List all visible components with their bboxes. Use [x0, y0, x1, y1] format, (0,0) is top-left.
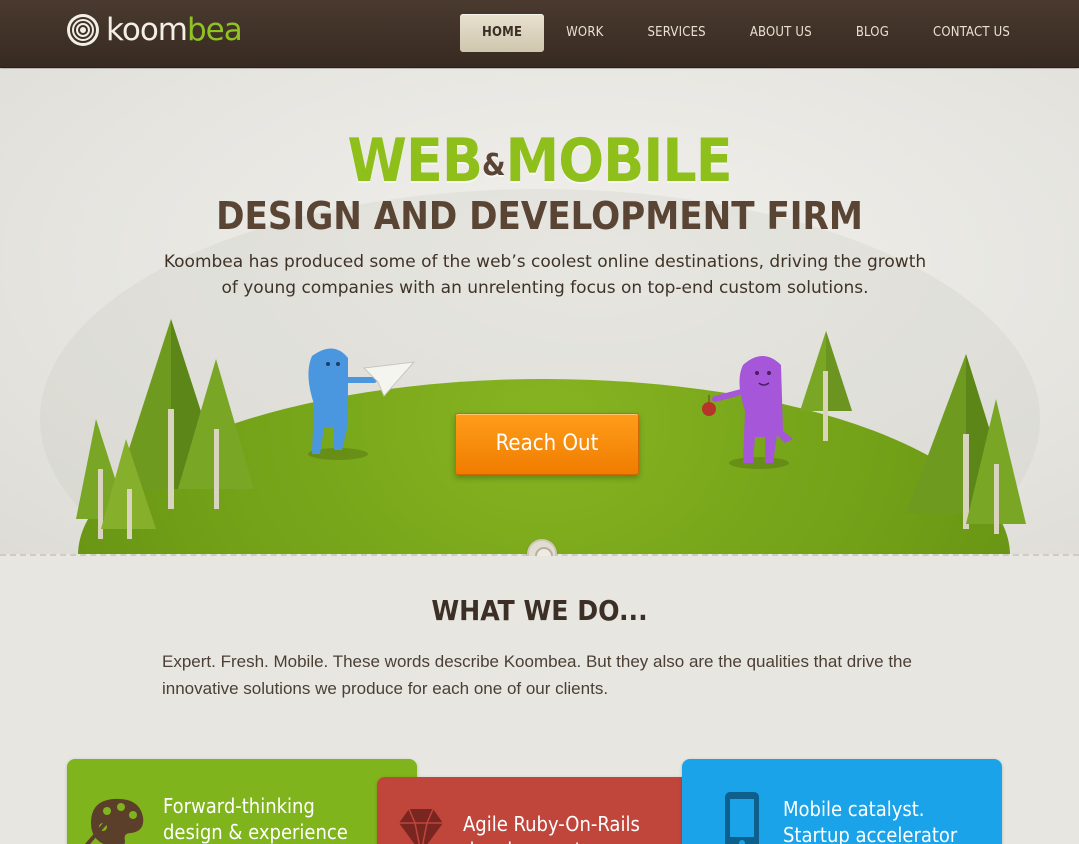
service-card-mobile[interactable]: Mobile catalyst. Startup accelerator: [682, 759, 1002, 844]
purple-character-illustration: [702, 356, 793, 469]
mobile-phone-icon: [725, 792, 759, 844]
koombea-logo-icon: [67, 14, 99, 46]
card-mobile-line2: Startup accelerator: [783, 823, 958, 844]
headline-ampersand: &: [481, 148, 506, 183]
what-we-do-title: WHAT WE DO...: [431, 594, 648, 627]
brand-name-part1: koom: [106, 12, 188, 48]
nav-item-contact-us[interactable]: CONTACT US: [911, 14, 1032, 52]
trees-left-illustration: [76, 319, 254, 539]
blue-character-illustration: [308, 348, 416, 460]
hero-intro-text: Koombea has produced some of the web’s c…: [163, 252, 927, 298]
headline-web: WEB: [347, 126, 483, 196]
nav-item-services[interactable]: SERVICES: [626, 14, 728, 52]
trees-right-illustration: [906, 354, 1026, 534]
nav-item-home[interactable]: HOME: [460, 14, 545, 52]
brand-name-part2: bea: [186, 12, 243, 48]
nav-item-blog[interactable]: BLOG: [834, 14, 911, 52]
headline-mobile: MOBILE: [505, 126, 733, 196]
what-we-do-text: Expert. Fresh. Mobile. These words descr…: [162, 652, 912, 698]
card-mobile-text: Mobile catalyst. Startup accelerator: [783, 796, 957, 844]
hero-subheadline: DESIGN AND DEVELOPMENT FIRM: [216, 194, 863, 238]
card-design-line1: Forward-thinking: [163, 794, 315, 818]
nav-item-about-us[interactable]: ABOUT US: [728, 14, 834, 52]
what-we-do-section: WHAT WE DO... Expert. Fresh. Mobile. The…: [0, 556, 1079, 844]
ruby-icon: [399, 808, 443, 844]
reach-out-button[interactable]: Reach Out: [455, 413, 639, 475]
main-nav: HOME WORK SERVICES ABOUT US BLOG CONTACT…: [460, 14, 1032, 52]
card-design-text: Forward-thinking design & experience: [163, 793, 348, 844]
card-rails-line1: Agile Ruby-On-Rails: [463, 812, 640, 836]
card-mobile-line1: Mobile catalyst.: [783, 797, 925, 821]
card-design-line2: design & experience: [163, 820, 348, 844]
card-rails-line2: development: [463, 837, 640, 844]
nav-item-work[interactable]: WORK: [544, 14, 625, 52]
service-card-design[interactable]: Forward-thinking design & experience: [67, 759, 417, 844]
card-rails-text: Agile Ruby-On-Rails development: [463, 811, 640, 844]
palette-icon: [84, 798, 144, 844]
brand-wordmark: koombea: [106, 12, 243, 48]
service-card-rails[interactable]: Agile Ruby-On-Rails development: [377, 777, 702, 844]
top-navigation-bar: koombea HOME WORK SERVICES ABOUT US BLOG…: [0, 0, 1079, 68]
hero-section: WEB&MOBILE DESIGN AND DEVELOPMENT FIRM K…: [0, 69, 1079, 554]
brand-logo[interactable]: koombea: [66, 12, 243, 48]
hero-headline: WEB&MOBILE: [0, 129, 1079, 198]
